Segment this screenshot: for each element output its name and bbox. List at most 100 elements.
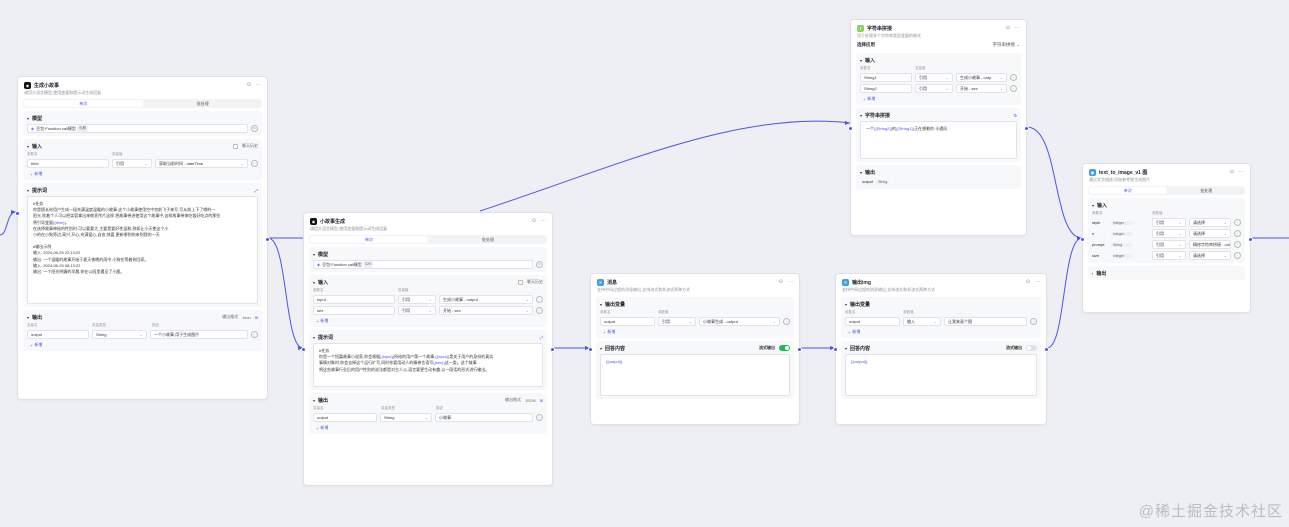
chevron-right-icon[interactable]: › [1092,271,1093,276]
tab-single[interactable]: 单次 [24,100,143,107]
desc-input[interactable]: 一个小故事,用于生成图片 [150,330,248,339]
reply-editor[interactable]: {{output}} [600,354,790,396]
input-port[interactable] [301,347,306,352]
output-port[interactable] [550,347,555,352]
expand-icon[interactable]: ⤢ [540,335,543,340]
type-select[interactable]: String [380,413,432,422]
input-port[interactable] [833,347,838,352]
reply-editor[interactable]: {{output}} [845,354,1037,396]
mode-select[interactable]: 引用 [1152,251,1186,260]
remove-icon[interactable]: − [1234,230,1241,237]
run-icon[interactable]: ⊙ [1026,279,1030,285]
more-icon[interactable]: ··· [541,218,546,224]
chevron-down-icon[interactable]: ▾ [600,302,602,307]
param-name-input[interactable]: String2 [860,84,912,93]
stream-toggle[interactable] [1026,345,1037,351]
remove-icon[interactable]: − [536,307,543,314]
tab-batch[interactable]: 批处理 [1168,186,1246,195]
more-icon[interactable]: ··· [256,82,261,88]
remove-icon[interactable]: − [251,331,258,338]
type-select[interactable]: String [92,330,147,339]
mode-select[interactable]: 引用 [915,73,953,82]
chevron-down-icon[interactable]: ▾ [1092,203,1094,208]
chat-history-checkbox[interactable] [233,143,238,149]
output-port[interactable] [1248,237,1253,242]
value-select[interactable]: 生成小故事 - outp [956,73,1007,82]
value-select[interactable]: 开始 - sex [956,84,1007,93]
param-name-input[interactable]: input [313,295,395,304]
add-button[interactable]: + 新增 [600,329,790,335]
format-select[interactable]: Json [242,315,250,320]
mode-select[interactable]: 引用 [398,295,436,304]
run-icon[interactable]: ⊙ [532,218,536,224]
remove-icon[interactable]: − [1234,241,1241,248]
chevron-down-icon[interactable]: ▾ [845,302,847,307]
param-name-input[interactable]: time [27,159,109,168]
settings-icon[interactable]: ⚙ [536,261,543,268]
value-select[interactable]: 小故事生成 - output [699,317,780,326]
remove-icon[interactable]: − [1010,74,1017,81]
model-select[interactable]: ◈ 豆包·Function call模型 长期 [27,124,248,133]
input-port[interactable] [588,347,593,352]
remove-icon[interactable]: − [251,160,258,167]
remove-icon[interactable]: − [783,318,790,325]
add-input-button[interactable]: + 新增 [860,96,1017,102]
tree-icon[interactable]: ⊞ [540,398,543,403]
mode-select[interactable]: 字符串拼接 ⌄ [992,42,1020,48]
add-input-button[interactable]: + 新增 [27,171,258,177]
format-select[interactable]: JSON [525,398,536,403]
input-port[interactable] [848,126,853,131]
node-story-llm[interactable]: ◉ 生成小故事 ⊙ ··· 调用大语言模型,使用变量和提示词生成回复 单次 批处理 ▾ 模… [15,76,270,400]
output-name-input[interactable]: output [27,330,89,339]
add-output-button[interactable]: + 新增 [27,342,258,348]
remove-icon[interactable]: − [1030,318,1037,325]
add-button[interactable]: + 新增 [845,329,1037,335]
mode-select[interactable]: 输入 [903,317,941,326]
output-port[interactable] [265,237,270,242]
settings-icon[interactable]: ⚙ [251,125,258,132]
mode-select[interactable]: 引用 [398,306,436,315]
add-output-button[interactable]: + 新增 [313,425,543,431]
more-icon[interactable]: ··· [788,279,793,285]
tab-batch[interactable]: 批处理 [429,235,547,244]
remove-icon[interactable]: − [536,296,543,303]
output-port[interactable] [797,347,802,352]
more-icon[interactable]: ··· [1015,25,1020,31]
workflow-canvas[interactable]: ◉ 生成小故事 ⊙ ··· 调用大语言模型,使用变量和提示词生成回复 单次 批处理 ▾ 模… [0,0,1289,527]
prompt-editor[interactable]: #任务 你是擅长给用户生成一段充满温度温暖的小故事,这个小故事使用空中忽前飞子来写… [27,196,258,304]
chat-history-checkbox[interactable] [518,279,523,285]
tab-single[interactable]: 单次 [1089,187,1167,194]
chevron-down-icon[interactable]: ▾ [313,335,315,340]
chevron-down-icon[interactable]: ▾ [313,252,315,257]
output-name-input[interactable]: output [313,413,377,422]
run-icon[interactable]: ⊙ [1230,169,1234,175]
model-select[interactable]: ◈ 豆包·Function call模型 32K [313,260,533,269]
run-icon[interactable]: ⊙ [1006,25,1010,31]
param-name-input[interactable]: sex [313,306,395,315]
chevron-down-icon[interactable]: ▾ [313,280,315,285]
param-name-input[interactable]: output [600,317,655,326]
tree-icon[interactable]: ⊞ [255,315,258,320]
node-output-img[interactable]: ✉ 输出img ⊙ ··· 支持中间过程的消息输出,支持流式和非流式两种方式 ▾ 输出变… [833,273,1049,425]
chevron-down-icon[interactable]: ▾ [27,188,29,193]
chevron-down-icon[interactable]: ▾ [860,170,862,175]
value-select[interactable]: 请选择 [1189,229,1231,238]
mode-select[interactable]: 引用 [915,84,953,93]
run-icon[interactable]: ⊙ [247,82,251,88]
stream-toggle[interactable] [779,345,790,351]
settings-icon[interactable]: ⚙ [1013,113,1017,118]
tab-single[interactable]: 单次 [310,236,428,243]
value-select[interactable]: 开始 - sex [439,306,533,315]
chevron-down-icon[interactable]: ▾ [860,58,862,63]
chevron-down-icon[interactable]: ▾ [313,398,315,403]
mode-select[interactable]: 引用 [1152,240,1186,249]
output-port[interactable] [1044,347,1049,352]
remove-icon[interactable]: − [1234,219,1241,226]
node-string-concat[interactable]: T 字符串拼接 ⊙ ··· 用于处理多个字符串类型变量的格式 选择应用 字符串拼接 ⌄ … [848,19,1029,236]
value-select[interactable]: 请选择 [1189,218,1231,227]
input-port[interactable] [15,211,20,216]
param-name-input[interactable]: output [845,317,900,326]
chevron-down-icon[interactable]: ▾ [845,346,847,351]
prompt-editor[interactable]: #任务 你是一个短篇故事小说家,你会根据{{input}}所给的用户第一个故事,{… [313,343,543,387]
mode-select[interactable]: 引用 [658,317,696,326]
